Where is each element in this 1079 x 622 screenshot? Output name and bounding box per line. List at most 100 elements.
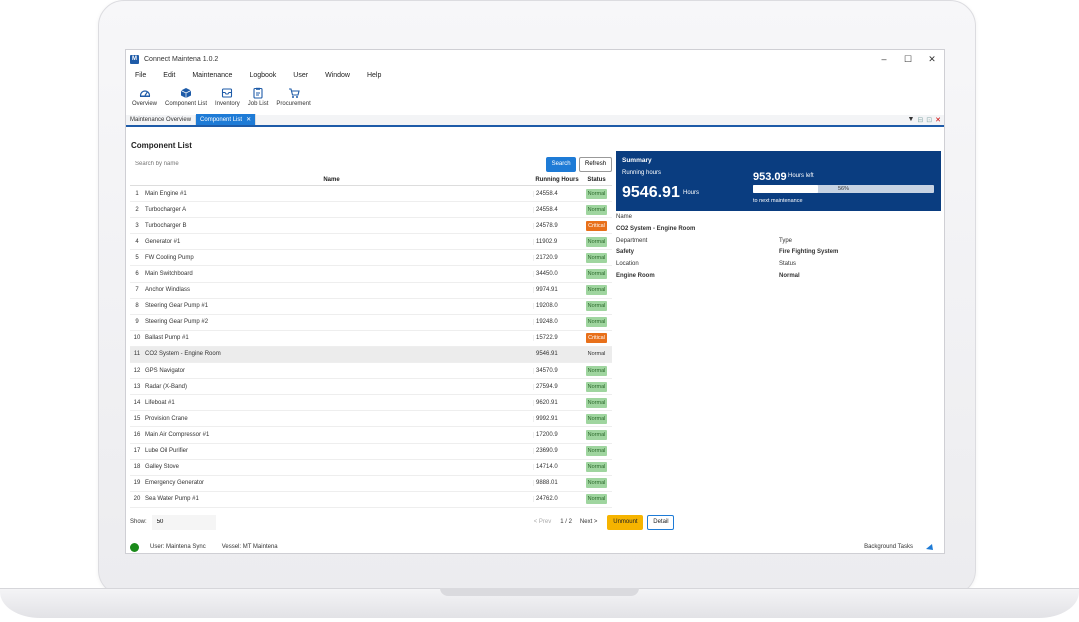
detail-panel: Summary Running hours 9546.91 Hours 953.… bbox=[616, 151, 941, 291]
tab-menu-icon[interactable]: ▼ bbox=[907, 116, 914, 124]
table-row[interactable]: 16 Main Air Compressor #1 17200.9 Normal bbox=[130, 427, 612, 444]
status-cell: Normal bbox=[581, 285, 612, 296]
toolbar-component-list-label: Component List bbox=[165, 101, 208, 107]
search-input[interactable] bbox=[130, 156, 544, 172]
running-hours: 27594.9 bbox=[533, 383, 581, 390]
search-button[interactable]: Search bbox=[546, 156, 577, 172]
table-row[interactable]: 19 Emergency Generator 9888.01 Normal bbox=[130, 476, 612, 492]
detail-location-value: Engine Room bbox=[616, 273, 655, 279]
status-cell: Normal bbox=[581, 478, 612, 489]
toolbar-inventory[interactable]: Inventory bbox=[215, 87, 240, 107]
table-row[interactable]: 13 Radar (X-Band) 27594.9 Normal bbox=[130, 379, 612, 396]
table-row[interactable]: 9 Steering Gear Pump #2 19248.0 Normal bbox=[130, 315, 612, 331]
table-row[interactable]: 12 GPS Navigator 34570.9 Normal bbox=[130, 363, 612, 380]
window-title: Connect Maintena 1.0.2 bbox=[144, 55, 219, 63]
pager-bar: Show: < Prev 1 / 2 Next > Unmount Detail bbox=[130, 514, 690, 530]
toolbar-overview[interactable]: Overview bbox=[132, 87, 157, 107]
minimize-panel-icon[interactable]: ⊟ bbox=[917, 116, 923, 124]
tab-controls: ▼ ⊟ ⊡ ✕ bbox=[907, 116, 941, 124]
menu-user[interactable]: User bbox=[293, 72, 308, 79]
status-cell: Normal bbox=[581, 429, 612, 440]
table-row[interactable]: 5 FW Cooling Pump 21720.9 Normal bbox=[130, 250, 612, 267]
close-tab-icon[interactable]: ✕ bbox=[246, 117, 251, 123]
table-row[interactable]: 17 Lube Oil Purifier 23690.9 Normal bbox=[130, 444, 612, 460]
menu-maintenance[interactable]: Maintenance bbox=[192, 72, 232, 79]
column-header-status[interactable]: Status bbox=[581, 177, 612, 183]
menu-window[interactable]: Window bbox=[325, 72, 350, 79]
component-name: Lifeboat #1 bbox=[145, 399, 175, 406]
menu-file[interactable]: File bbox=[135, 72, 146, 79]
table-row[interactable]: 6 Main Switchboard 34450.0 Normal bbox=[130, 266, 612, 283]
menu-help[interactable]: Help bbox=[367, 72, 381, 79]
component-name: Sea Water Pump #1 bbox=[145, 496, 199, 503]
column-header-hours[interactable]: Running Hours bbox=[533, 177, 581, 183]
table-row[interactable]: 15 Provision Crane 9992.91 Normal bbox=[130, 411, 612, 428]
status-cell: Normal bbox=[581, 413, 612, 424]
table-row[interactable]: 2 Turbocharger A 24558.4 Normal bbox=[130, 202, 612, 219]
table-row[interactable]: 8 Steering Gear Pump #1 19208.0 Normal bbox=[130, 299, 612, 315]
close-window-button[interactable]: ✕ bbox=[920, 54, 944, 65]
component-name: Lube Oil Purifier bbox=[145, 448, 189, 455]
restore-panel-icon[interactable]: ⊡ bbox=[926, 116, 932, 124]
toolbar-procurement-label: Procurement bbox=[276, 101, 311, 107]
laptop-notch bbox=[440, 588, 639, 596]
close-panel-icon[interactable]: ✕ bbox=[935, 116, 941, 124]
running-hours-value: 9546.91 bbox=[622, 184, 680, 201]
tab-component-list[interactable]: Component List ✕ bbox=[196, 114, 257, 125]
row-index: 12 bbox=[133, 367, 141, 374]
table-row[interactable]: 1 Main Engine #1 24558.4 Normal bbox=[130, 186, 612, 203]
row-index: 17 bbox=[133, 448, 141, 455]
detail-name-label: Name bbox=[616, 214, 633, 220]
toolbar-component-list[interactable]: Component List bbox=[165, 87, 207, 107]
table-body: 1 Main Engine #1 24558.4 Normal 2 Turbocharge… bbox=[130, 186, 612, 508]
tab-maintenance-overview[interactable]: Maintenance Overview bbox=[126, 115, 197, 125]
progress-note: to next maintenance bbox=[753, 198, 803, 204]
status-badge: Normal bbox=[585, 446, 608, 457]
minimize-button[interactable]: – bbox=[872, 54, 896, 65]
table-row[interactable]: 4 Generator #1 11902.9 Normal bbox=[130, 234, 612, 251]
running-hours-unit: Hours bbox=[683, 190, 700, 196]
status-badge: Normal bbox=[585, 429, 608, 440]
component-name: Generator #1 bbox=[145, 238, 181, 245]
detail-location-label: Location bbox=[616, 261, 639, 267]
toolbar-inventory-label: Inventory bbox=[215, 101, 240, 107]
toolbar-procurement[interactable]: Procurement bbox=[276, 87, 311, 107]
component-name: Steering Gear Pump #1 bbox=[145, 303, 209, 310]
next-page-button[interactable]: Next > bbox=[580, 519, 598, 525]
menu-logbook[interactable]: Logbook bbox=[249, 72, 276, 79]
unmount-button[interactable]: Unmount bbox=[607, 514, 644, 530]
status-badge: Normal bbox=[585, 494, 608, 505]
running-hours: 34450.0 bbox=[533, 271, 581, 278]
toolbar-job-list[interactable]: Job List bbox=[248, 87, 268, 107]
app-window: M Connect Maintena 1.0.2 – ☐ ✕ File Edit… bbox=[125, 49, 945, 554]
table-row[interactable]: 14 Lifeboat #1 9620.91 Normal bbox=[130, 395, 612, 412]
detail-button[interactable]: Detail bbox=[647, 514, 675, 530]
maximize-button[interactable]: ☐ bbox=[896, 54, 920, 65]
refresh-button[interactable]: Refresh bbox=[579, 156, 612, 172]
table-row[interactable]: 11 CO2 System - Engine Room 9546.91 Normal bbox=[130, 346, 612, 364]
status-cell: Normal bbox=[581, 301, 612, 312]
table-row[interactable]: 7 Anchor Windlass 9974.91 Normal bbox=[130, 283, 612, 299]
table-row[interactable]: 20 Sea Water Pump #1 24762.0 Normal bbox=[130, 492, 612, 508]
table-row[interactable]: 3 Turbocharger B 24578.9 Critical bbox=[130, 218, 612, 235]
status-badge: Normal bbox=[585, 381, 608, 392]
menu-edit[interactable]: Edit bbox=[163, 72, 175, 79]
box-icon bbox=[222, 88, 233, 98]
table-row[interactable]: 18 Galley Stove 14714.0 Normal bbox=[130, 460, 612, 476]
page-size-input[interactable] bbox=[151, 514, 216, 530]
component-name: Galley Stove bbox=[145, 464, 180, 471]
current-page: 1 bbox=[560, 519, 564, 525]
status-badge: Normal bbox=[585, 252, 608, 263]
running-hours: 11902.9 bbox=[533, 238, 581, 245]
status-cell: Normal bbox=[581, 269, 612, 280]
column-header-name[interactable]: Name bbox=[130, 177, 533, 183]
component-name: Main Switchboard bbox=[145, 271, 193, 278]
notification-icon[interactable] bbox=[925, 543, 934, 552]
row-index: 4 bbox=[135, 238, 139, 245]
background-tasks-label[interactable]: Background Tasks bbox=[864, 544, 913, 550]
status-cell: Normal bbox=[581, 462, 612, 473]
table-row[interactable]: 10 Ballast Pump #1 15722.9 Critical bbox=[130, 331, 612, 347]
running-hours: 9888.01 bbox=[533, 480, 581, 487]
status-badge: Normal bbox=[585, 462, 608, 473]
prev-page-button[interactable]: < Prev bbox=[534, 519, 552, 525]
